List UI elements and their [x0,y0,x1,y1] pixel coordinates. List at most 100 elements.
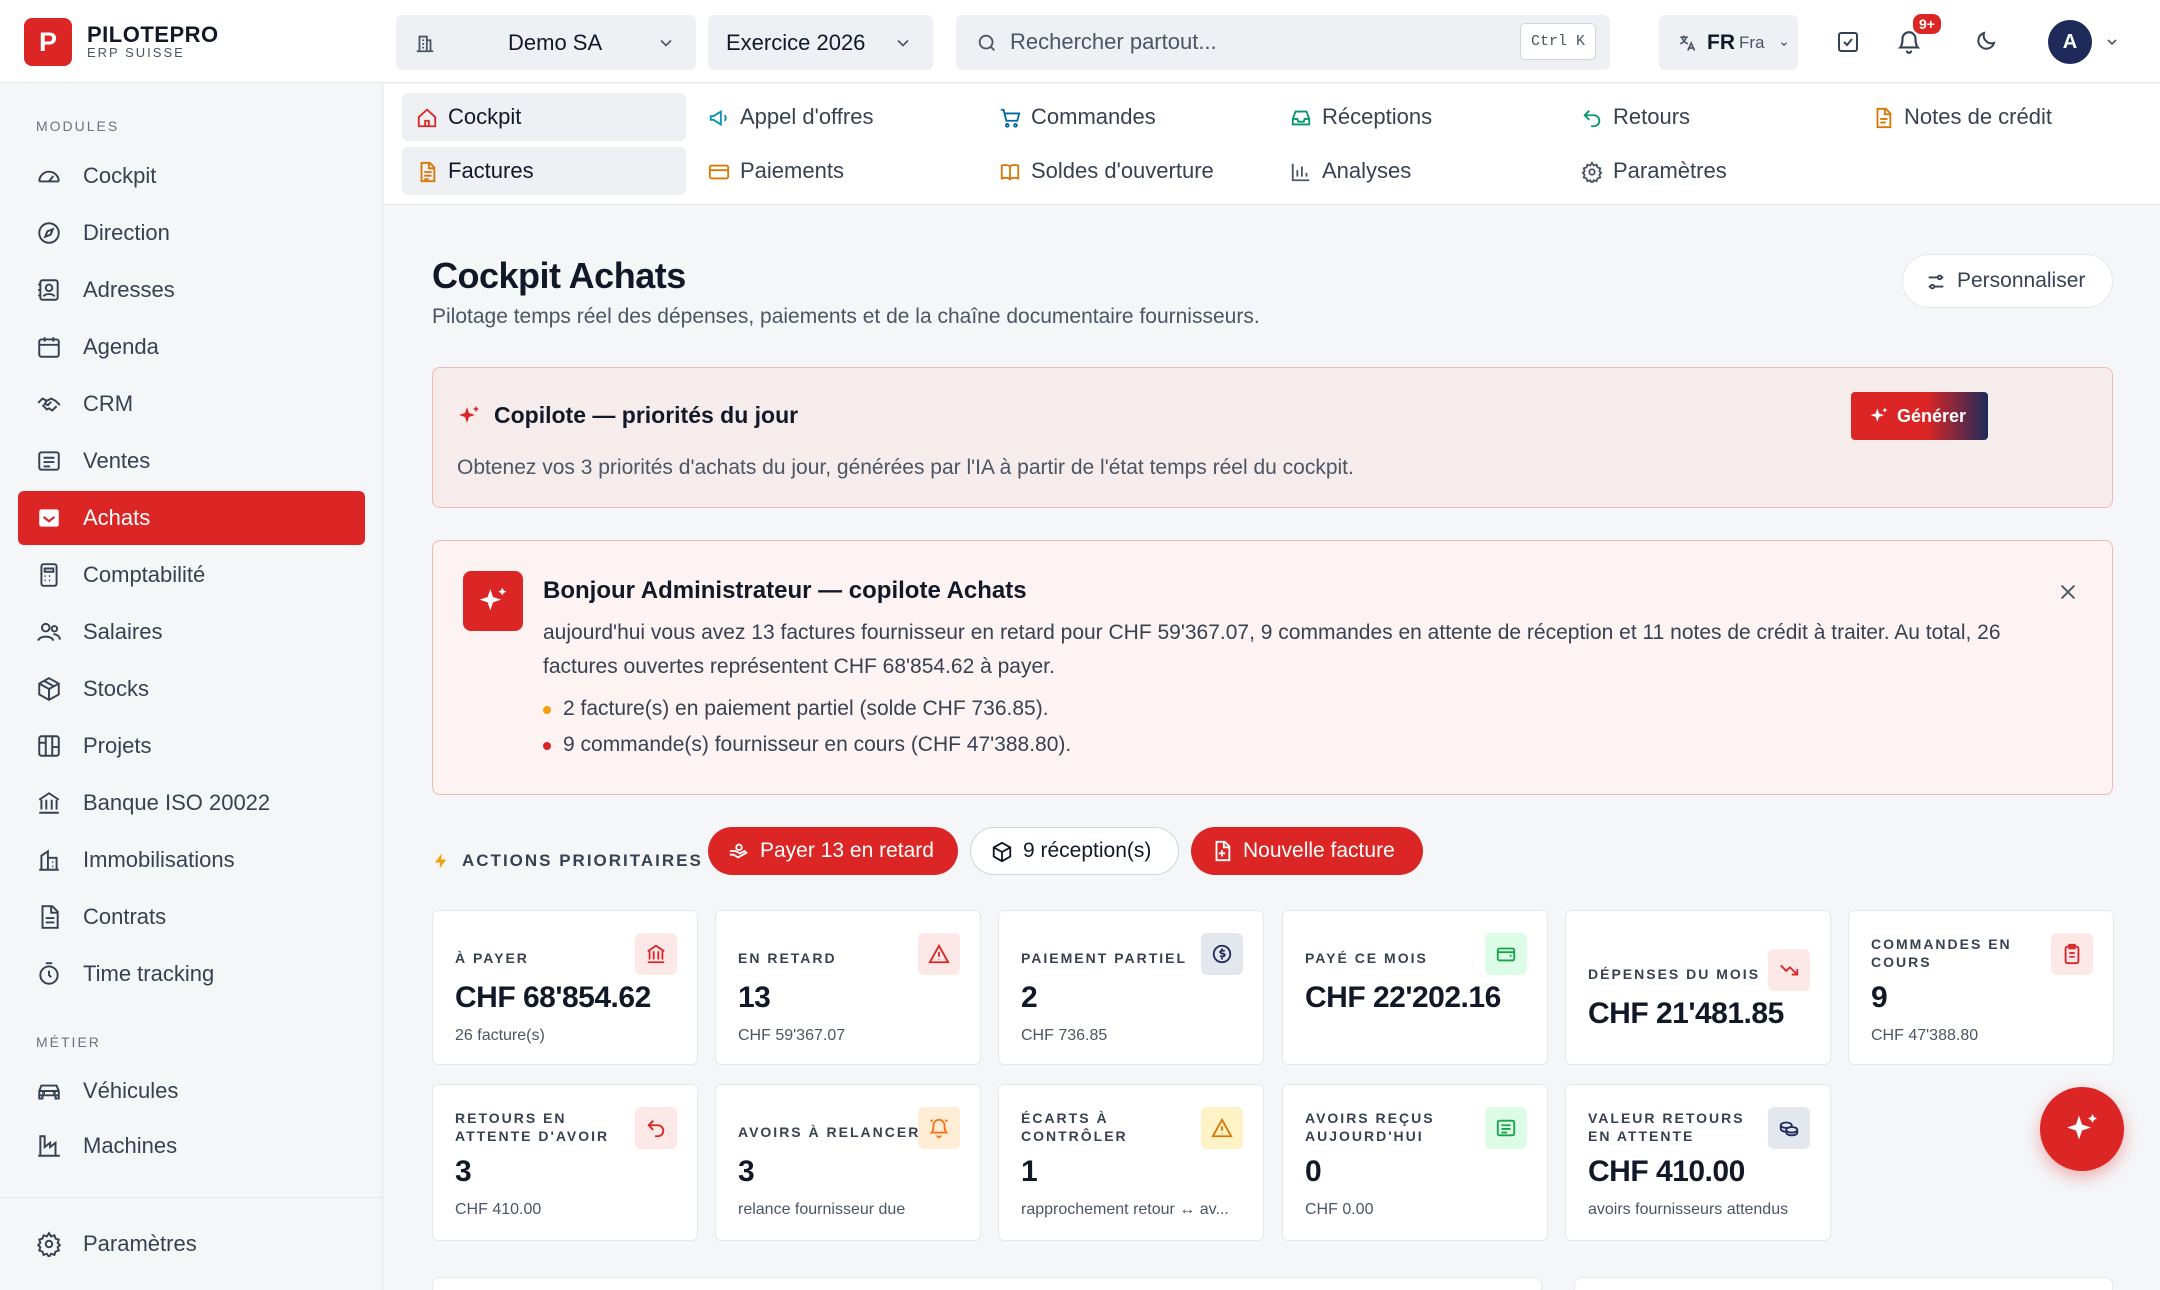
kpi-card-ecarts-a-controler[interactable]: ÉCARTS À CONTRÔLER 1 rapprochement retou… [998,1084,1264,1241]
kpi-label: À PAYER [455,950,529,966]
sidebar-item-ventes[interactable]: Ventes [18,434,365,488]
sidebar-item-label: Banque ISO 20022 [83,790,271,815]
sidebar-item-salaires[interactable]: Salaires [18,605,365,659]
sidebar-item-label: Time tracking [83,961,215,986]
tab-label: Commandes [1031,104,1156,129]
pay-overdue-button[interactable]: Payer 13 en retard [708,827,958,875]
tab-paiements[interactable]: Paiements [694,147,978,195]
package-icon [38,677,60,701]
chevron-down-icon[interactable] [2104,34,2120,50]
kpi-label: ÉCARTS À CONTRÔLER [1021,1110,1128,1144]
sidebar-item-label: Paramètres [83,1231,197,1256]
sparkles-icon [2067,1114,2097,1140]
undo-icon [635,1107,677,1149]
sidebar-item-immobilisations[interactable]: Immobilisations [18,833,365,887]
invoice-icon [420,161,436,183]
customize-button[interactable]: Personnaliser [1902,254,2113,308]
coin-icon [1201,933,1243,975]
kpi-card-retours-attente[interactable]: RETOURS EN ATTENTE D'AVOIR 3 CHF 410.00 [432,1084,698,1241]
ai-assistant-button[interactable] [2040,1087,2124,1171]
company-select[interactable]: Demo SA [396,15,696,70]
sidebar-item-parametres[interactable]: Paramètres [18,1217,365,1271]
kpi-card-paiement-partiel[interactable]: PAIEMENT PARTIEL 2 CHF 736.85 [998,910,1264,1065]
kpi-card-avoirs-recus[interactable]: AVOIRS REÇUS AUJOURD'HUI 0 CHF 0.00 [1282,1084,1548,1241]
kpi-card-valeur-retours[interactable]: VALEUR RETOURS EN ATTENTE CHF 410.00 avo… [1565,1084,1831,1241]
kpi-card-avoirs-a-relancer[interactable]: AVOIRS À RELANCER 3 relance fournisseur … [715,1084,981,1241]
bank-icon [635,933,677,975]
tab-notes-credit[interactable]: Notes de crédit [1858,93,2142,141]
tab-commandes[interactable]: Commandes [985,93,1269,141]
calendar-icon [38,337,60,358]
tab-parametres[interactable]: Paramètres [1567,147,1851,195]
search-icon [978,34,995,51]
fiscal-year-select[interactable]: Exercice 2026 [708,15,933,70]
kpi-label: AVOIRS REÇUS AUJOURD'HUI [1305,1110,1435,1144]
sidebar-item-cockpit[interactable]: Cockpit [18,149,365,203]
global-search[interactable]: Ctrl K [956,15,1610,70]
sidebar-item-vehicules[interactable]: Véhicules [18,1064,365,1118]
user-avatar[interactable]: A [2048,20,2092,64]
tab-appel-offres[interactable]: Appel d'offres [694,93,978,141]
page-subtitle: Pilotage temps réel des dépenses, paieme… [432,305,1260,328]
sidebar-item-time-tracking[interactable]: Time tracking [18,947,365,1001]
receptions-button[interactable]: 9 réception(s) [970,827,1179,875]
priority-actions-label: ACTIONS PRIORITAIRES [432,837,703,885]
sidebar-item-direction[interactable]: Direction [18,206,365,260]
language-select[interactable]: FR Fra [1659,15,1798,70]
sidebar-item-label: Ventes [83,448,151,473]
tab-retours[interactable]: Retours [1567,93,1851,141]
sidebar-item-machines[interactable]: Machines [18,1119,365,1173]
sidebar-item-adresses[interactable]: Adresses [18,263,365,317]
tab-receptions[interactable]: Réceptions [1276,93,1560,141]
tab-cockpit[interactable]: Cockpit [402,93,686,141]
kpi-card-depenses-du-mois[interactable]: DÉPENSES DU MOIS CHF 21'481.85 [1565,910,1831,1065]
kpi-card-en-retard[interactable]: EN RETARD 13 CHF 59'367.07 [715,910,981,1065]
sidebar-item-comptabilite[interactable]: Comptabilité [18,548,365,602]
sidebar-item-contrats[interactable]: Contrats [18,890,365,944]
sidebar-item-label: Comptabilité [83,562,206,587]
kpi-card-paye-ce-mois[interactable]: PAYÉ CE MOIS CHF 22'202.16 [1282,910,1548,1065]
generate-button[interactable]: Générer [1851,392,1988,440]
sidebar-item-label: Véhicules [83,1078,179,1103]
sidebar-item-label: Stocks [83,676,150,701]
sidebar-item-banque[interactable]: Banque ISO 20022 [18,776,365,830]
logo-letter: P [38,26,57,57]
sidebar-item-agenda[interactable]: Agenda [18,320,365,374]
sliders-icon [1928,274,1944,290]
sidebar: MODULES Cockpit Direction Adresses Agend… [0,84,383,1290]
page-title: Cockpit Achats [432,255,686,296]
kpi-sub: CHF 410.00 [455,1201,542,1218]
kpi-card-commandes-en-cours[interactable]: COMMANDES EN COURS 9 CHF 47'388.80 [1848,910,2114,1065]
sidebar-item-stocks[interactable]: Stocks [18,662,365,716]
kpi-sub: avoirs fournisseurs attendus [1588,1201,1789,1218]
tab-label: Cockpit [448,104,522,129]
search-input[interactable] [1010,27,1470,57]
copilot-description: Obtenez vos 3 priorités d'achats du jour… [457,456,1354,479]
kpi-card-a-payer[interactable]: À PAYER CHF 68'854.62 26 facture(s) [432,910,698,1065]
sidebar-item-crm[interactable]: CRM [18,377,365,431]
tab-label: Retours [1613,104,1691,129]
logo[interactable]: P [24,18,72,66]
kpi-sub: rapprochement retour ↔ av... [1021,1201,1229,1218]
inbox-icon [39,509,59,527]
tab-analyses[interactable]: Analyses [1276,147,1560,195]
sidebar-divider [0,1197,383,1198]
sidebar-item-achats[interactable]: Achats [18,491,365,545]
card-icon [708,164,730,180]
kpi-label: EN RETARD [738,950,837,966]
tab-soldes-ouverture[interactable]: Soldes d'ouverture [985,147,1269,195]
home-icon [417,108,437,128]
sidebar-item-projets[interactable]: Projets [18,719,365,773]
clipboard-icon [2051,933,2093,975]
tab-label: Factures [448,158,534,183]
file-icon [41,905,59,929]
chevron-down-icon [897,39,909,47]
language-name: Fra [1739,32,1765,52]
sidebar-item-label: Adresses [83,277,175,302]
new-invoice-button[interactable]: Nouvelle facture [1191,827,1423,875]
tasks-icon[interactable] [1836,30,1860,54]
close-icon[interactable] [2057,581,2079,603]
moon-icon[interactable] [1974,29,1998,53]
main-content: Cockpit Achats Pilotage temps réel des d… [384,205,2160,1290]
tab-factures[interactable]: Factures [402,147,686,195]
